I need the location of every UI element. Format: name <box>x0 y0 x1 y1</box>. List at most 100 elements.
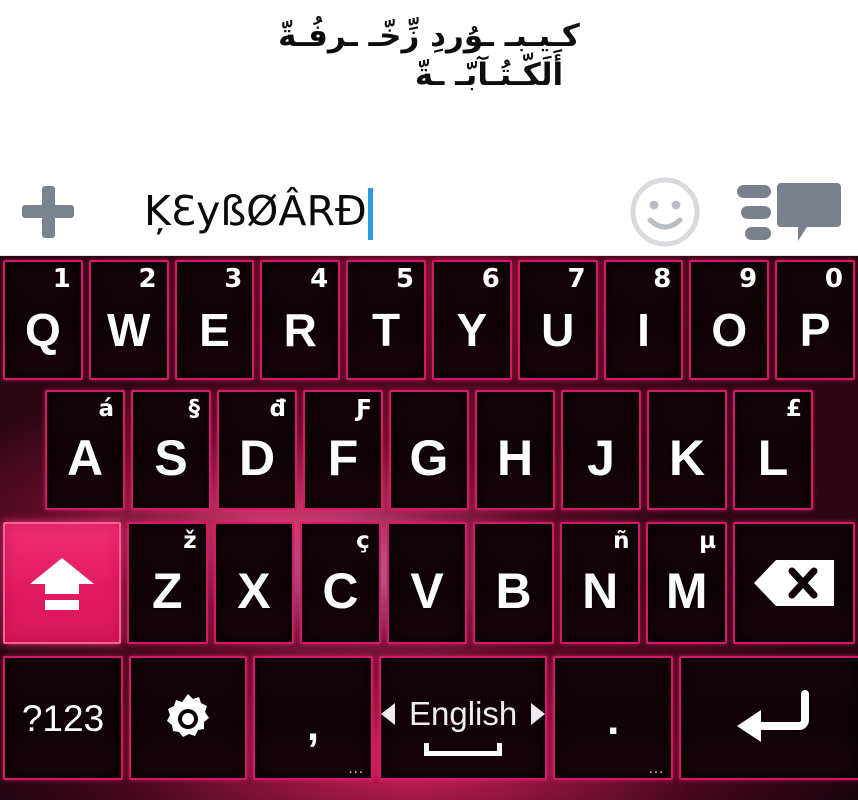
key-o-label: O <box>711 304 748 356</box>
backspace-delete-icon <box>752 558 836 608</box>
key-u-alt: 7 <box>567 264 586 294</box>
key-z[interactable]: žZ <box>127 522 208 644</box>
key-c-alt: ç <box>356 528 370 554</box>
key-y[interactable]: 6Y <box>431 260 512 380</box>
key-z-alt: ž <box>183 528 197 554</box>
period-key[interactable]: . ... <box>553 656 674 780</box>
symbols-key[interactable]: ?123 <box>3 656 123 780</box>
enter-return-icon <box>727 688 813 748</box>
key-l-label: L <box>757 430 789 486</box>
key-m-label: M <box>665 563 708 619</box>
arrow-right-icon[interactable] <box>531 702 546 725</box>
key-r[interactable]: 4R <box>260 260 341 380</box>
key-g-label: G <box>409 430 449 486</box>
key-k[interactable]: K <box>647 390 727 510</box>
key-d-label: D <box>238 430 276 486</box>
key-e-label: E <box>199 304 230 356</box>
key-h-label: H <box>496 430 534 486</box>
period-key-more-indicator: ... <box>648 760 665 777</box>
keyboard-row-zxcv: žZ X çC V B ñN µM <box>0 522 858 654</box>
key-t-label: T <box>372 304 401 356</box>
key-j-label: J <box>587 430 615 486</box>
key-f-alt: Ƒ <box>356 396 372 422</box>
key-x-label: X <box>237 563 271 619</box>
key-i-label: I <box>637 304 650 356</box>
send-message-icon <box>737 177 841 247</box>
key-k-label: K <box>668 430 706 486</box>
key-s-label: S <box>154 430 188 486</box>
symbols-key-label: ?123 <box>21 697 105 739</box>
key-m-alt: µ <box>699 528 717 554</box>
key-m[interactable]: µM <box>646 522 728 644</box>
key-f-label: F <box>327 430 359 486</box>
typed-text-value: ĶƐyßØÂRÐ <box>144 187 367 235</box>
compose-preview-area: كـيـبـ ـوُردِ زِّخّـ ـرفُـةّ أَلَكّـتُـآ… <box>0 0 858 168</box>
emoji-button[interactable] <box>610 168 720 256</box>
space-key[interactable]: English <box>379 656 548 780</box>
key-w[interactable]: 2W <box>88 260 169 380</box>
arrow-left-icon[interactable] <box>381 702 395 725</box>
key-u[interactable]: 7U <box>517 260 598 380</box>
key-l-alt: £ <box>785 396 802 422</box>
plus-icon <box>20 184 76 240</box>
key-p-alt: 0 <box>824 264 843 294</box>
key-z-label: Z <box>152 563 183 619</box>
key-b[interactable]: B <box>473 522 554 644</box>
key-f[interactable]: ƑF <box>303 390 383 510</box>
send-message-button[interactable] <box>720 168 858 256</box>
key-w-label: W <box>106 304 151 356</box>
key-y-label: Y <box>456 304 488 356</box>
key-v[interactable]: V <box>386 522 468 644</box>
space-bar-icon <box>424 742 503 756</box>
key-e-alt: 3 <box>224 264 243 294</box>
enter-key[interactable] <box>679 656 858 780</box>
keyboard-app-screen: كـيـبـ ـوُردِ زِّخّـ ـرفُـةّ أَلَكّـتُـآ… <box>0 0 858 800</box>
space-language-switcher[interactable]: English <box>381 694 546 733</box>
key-t[interactable]: 5T <box>346 260 426 380</box>
gear-settings-icon <box>162 692 214 744</box>
key-l[interactable]: £ L <box>733 390 813 510</box>
keyboard-row-qwerty: 1Q 2W 3E 4R 5T 6Y 7U 8I 9O 0P <box>0 260 858 388</box>
key-g[interactable]: G <box>389 390 469 510</box>
caps-lock-arrow-icon <box>25 552 99 614</box>
message-input-bar: ĶƐyßØÂRÐ <box>0 168 858 256</box>
key-a-label: A <box>66 430 104 486</box>
key-j[interactable]: J <box>561 390 641 510</box>
message-text-field[interactable]: ĶƐyßØÂRÐ <box>96 168 610 256</box>
key-h[interactable]: H <box>475 390 555 510</box>
comma-key[interactable]: , ... <box>253 656 373 780</box>
key-i[interactable]: 8I <box>603 260 684 380</box>
key-s-alt: § <box>188 396 201 422</box>
key-t-alt: 5 <box>395 264 414 294</box>
key-n-label: N <box>582 563 619 619</box>
key-o[interactable]: 9O <box>689 260 770 380</box>
key-a[interactable]: áA <box>45 390 125 510</box>
key-y-alt: 6 <box>481 264 500 294</box>
settings-key[interactable] <box>129 656 247 780</box>
key-q[interactable]: 1Q <box>3 260 83 380</box>
key-w-alt: 2 <box>138 264 157 294</box>
key-i-alt: 8 <box>653 264 672 294</box>
space-language-label: English <box>409 694 518 732</box>
key-q-alt: 1 <box>52 264 71 294</box>
key-n-alt: ñ <box>613 528 630 554</box>
key-u-label: U <box>541 304 575 356</box>
key-e[interactable]: 3E <box>174 260 255 380</box>
text-caret <box>367 187 373 240</box>
keyboard-row-asdf: áA § S đD ƑF G H J K £ L <box>0 390 858 520</box>
key-n[interactable]: ñN <box>559 522 641 644</box>
key-p[interactable]: 0P <box>775 260 855 380</box>
comma-key-more-indicator: ... <box>348 760 364 777</box>
key-c-label: C <box>322 563 359 619</box>
key-x[interactable]: X <box>213 522 295 644</box>
comma-key-label: , <box>306 701 320 750</box>
key-s[interactable]: § S <box>131 390 211 510</box>
key-o-alt: 9 <box>739 264 758 294</box>
virtual-keyboard: 1Q 2W 3E 4R 5T 6Y 7U 8I 9O 0P áA § S đD Ƒ… <box>0 256 858 800</box>
key-d[interactable]: đD <box>217 390 297 510</box>
key-r-label: R <box>283 304 317 356</box>
key-c[interactable]: çC <box>300 522 381 644</box>
add-attachment-button[interactable] <box>0 168 96 256</box>
backspace-key[interactable] <box>733 522 856 644</box>
shift-key[interactable] <box>3 522 121 644</box>
